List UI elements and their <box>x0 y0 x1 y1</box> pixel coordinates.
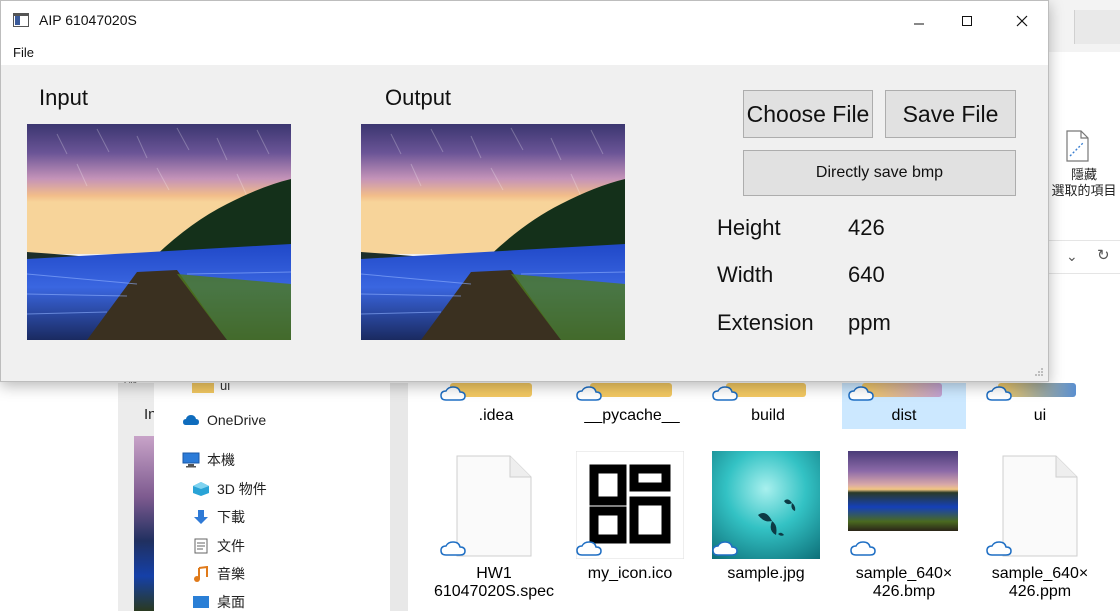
3d-objects-icon <box>193 482 209 496</box>
file-hw1-spec[interactable]: HW1 61047020S.spec <box>429 565 559 601</box>
maximize-button[interactable] <box>943 1 991 41</box>
nav-item-music[interactable]: 音樂 <box>192 564 245 584</box>
directly-save-bmp-button[interactable]: Directly save bmp <box>743 150 1016 196</box>
nav-item-label: 3D 物件 <box>217 481 267 497</box>
sample-bmp-thumbnail <box>848 451 958 531</box>
refresh-icon[interactable]: ↻ <box>1097 246 1110 264</box>
nav-item-label: OneDrive <box>207 412 267 428</box>
close-icon <box>1016 15 1028 27</box>
choose-file-button[interactable]: Choose File <box>743 90 873 138</box>
input-label: Input <box>39 85 88 110</box>
cloud-sync-icon <box>440 541 466 556</box>
cloud-sync-icon <box>712 541 738 556</box>
nav-item-desktop[interactable]: 桌面 <box>192 592 245 612</box>
output-label: Output <box>385 85 452 110</box>
folder-icon <box>726 383 806 397</box>
app-window: AIP 61047020S File Input Output Choose F… <box>0 0 1049 382</box>
title-bar[interactable]: AIP 61047020S <box>1 1 1048 41</box>
extension-value: ppm <box>848 310 891 335</box>
file-sample-bmp[interactable]: sample_640× 426.bmp <box>839 565 969 601</box>
minimize-button[interactable] <box>895 1 943 41</box>
width-value: 640 <box>848 262 885 287</box>
nav-item-label: 文件 <box>217 538 245 554</box>
onedrive-cloud-icon <box>183 415 199 425</box>
height-label: Height <box>717 215 781 240</box>
cloud-sync-icon <box>712 386 738 401</box>
cloud-sync-icon <box>850 541 876 556</box>
nav-item-3d-objects[interactable]: 3D 物件 <box>192 479 267 499</box>
chevron-down-icon[interactable]: ⌄ <box>1066 248 1078 265</box>
cloud-sync-icon <box>986 541 1012 556</box>
folder-icon <box>192 383 214 393</box>
music-note-icon <box>194 566 208 582</box>
background-app-image <box>134 436 154 611</box>
folder-icon <box>590 383 672 397</box>
window-title: AIP 61047020S <box>39 12 137 28</box>
hide-selected-items-label[interactable]: 隱藏 選取的項目 <box>1048 167 1120 199</box>
folder-idea[interactable]: .idea <box>431 407 561 425</box>
width-label: Width <box>717 262 774 287</box>
minimize-icon <box>914 23 924 25</box>
folder-build[interactable]: build <box>703 407 833 425</box>
nav-item-this-pc[interactable]: 本機 <box>182 450 235 470</box>
height-value: 426 <box>848 215 885 240</box>
output-image <box>361 124 625 340</box>
resize-grip-icon[interactable] <box>1034 367 1044 377</box>
menu-file[interactable]: File <box>13 45 34 60</box>
folder-dist[interactable]: dist <box>839 407 969 425</box>
download-arrow-icon <box>194 510 208 524</box>
desktop-icon <box>193 596 209 608</box>
nav-item-label: 桌面 <box>217 594 245 610</box>
file-sample-ppm[interactable]: sample_640× 426.ppm <box>975 565 1105 601</box>
file-sample-jpg[interactable]: sample.jpg <box>701 565 831 583</box>
close-button[interactable] <box>998 1 1046 41</box>
nav-item-downloads[interactable]: 下載 <box>192 507 245 527</box>
extension-label: Extension <box>717 310 814 335</box>
nav-item-onedrive[interactable]: OneDrive <box>182 412 266 428</box>
nav-item-documents[interactable]: 文件 <box>192 536 245 556</box>
app-window-icon <box>13 13 29 27</box>
document-icon <box>194 538 208 554</box>
computer-icon <box>182 452 200 468</box>
document-icon <box>456 455 532 557</box>
nav-item-label: 下載 <box>217 509 245 525</box>
save-file-button[interactable]: Save File <box>885 90 1016 138</box>
explorer-ribbon-tab[interactable] <box>1074 10 1120 44</box>
folder-ui[interactable]: ui <box>975 407 1105 425</box>
cloud-sync-icon <box>986 386 1012 401</box>
document-icon <box>1002 455 1078 557</box>
maximize-icon <box>962 16 972 26</box>
folder-icon <box>862 383 942 397</box>
cloud-sync-icon <box>576 541 602 556</box>
menu-bar: File <box>1 41 1048 65</box>
cloud-sync-icon <box>576 386 602 401</box>
cloud-sync-icon <box>440 386 466 401</box>
hide-selected-items-icon[interactable] <box>1064 130 1090 162</box>
cloud-sync-icon <box>848 386 874 401</box>
input-image <box>27 124 291 340</box>
nav-item-label: 本機 <box>207 452 235 468</box>
folder-pycache[interactable]: __pycache__ <box>567 407 697 425</box>
nav-item-label: 音樂 <box>217 566 245 582</box>
file-my-icon[interactable]: my_icon.ico <box>565 565 695 583</box>
navigation-scrollbar[interactable] <box>390 383 408 611</box>
